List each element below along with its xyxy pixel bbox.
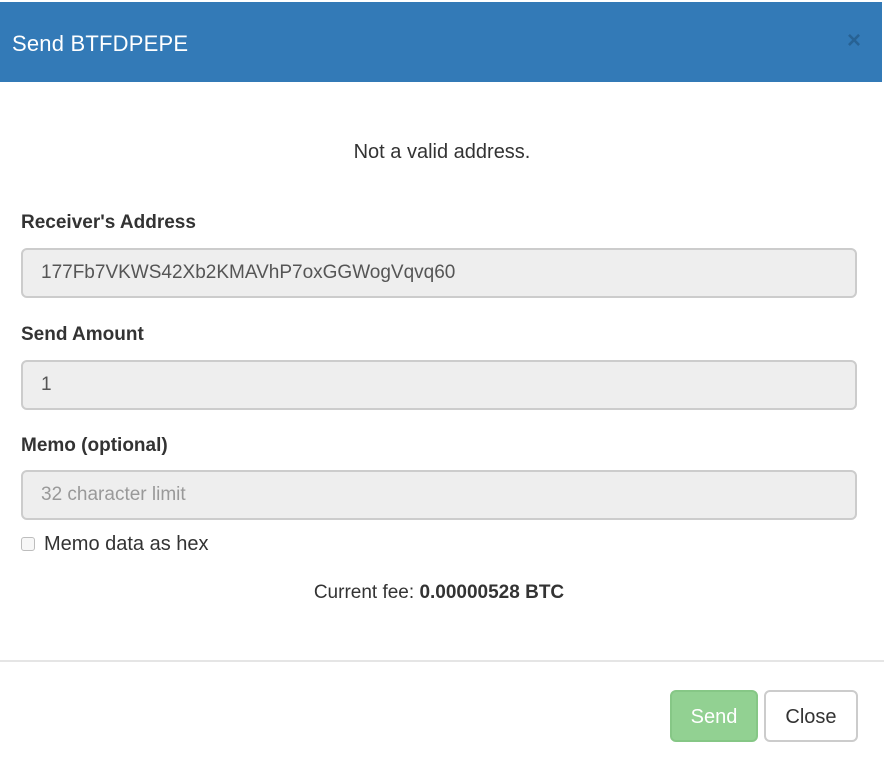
close-button[interactable]: Close [764,690,858,742]
send-dialog: Send BTFDPEPE × Not a valid address. Rec… [0,0,884,762]
dialog-footer: Send Close [0,660,884,762]
close-icon[interactable]: × [844,29,864,53]
current-fee: Current fee: 0.00000528 BTC [0,581,878,605]
memo-label: Memo (optional) [21,435,168,456]
memo-hex-label[interactable]: Memo data as hex [44,532,209,556]
receiver-address-input[interactable] [21,248,857,298]
send-amount-input[interactable] [21,360,857,410]
memo-hex-option: Memo data as hex [21,532,209,556]
dialog-body: Not a valid address. Receiver's Address … [0,82,884,660]
memo-input[interactable] [21,470,857,520]
send-amount-label: Send Amount [21,324,144,345]
error-message: Not a valid address. [353,141,531,163]
dialog-header: Send BTFDPEPE × [0,2,882,82]
send-button[interactable]: Send [670,690,758,742]
dialog-title: Send BTFDPEPE [12,31,189,56]
current-fee-label: Current fee: [313,582,420,603]
memo-hex-checkbox[interactable] [21,537,35,551]
current-fee-value: 0.00000528 BTC [419,582,565,603]
receiver-address-label: Receiver's Address [21,212,196,233]
